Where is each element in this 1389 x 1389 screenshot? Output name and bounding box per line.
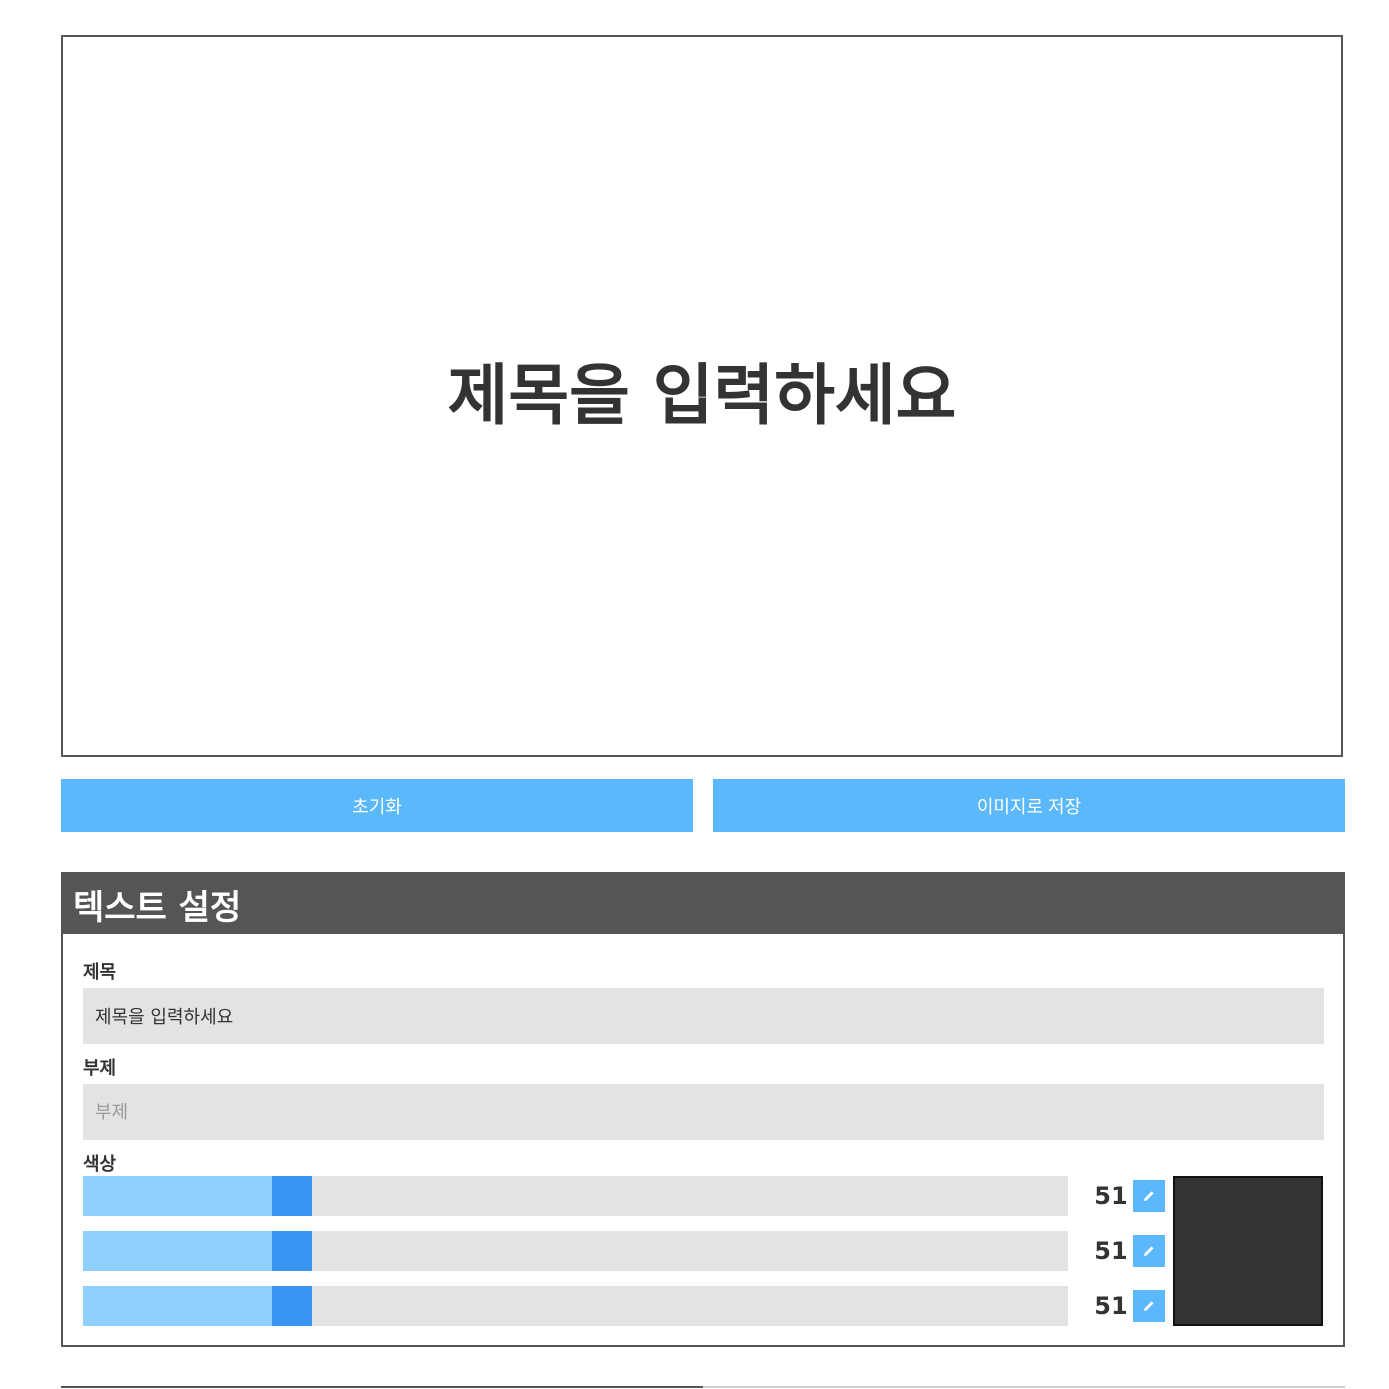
green-slider[interactable] — [83, 1231, 1068, 1271]
subtitle-input[interactable] — [83, 1084, 1324, 1140]
section-divider-active — [61, 1386, 703, 1388]
color-preview-swatch — [1173, 1176, 1323, 1326]
subtitle-label: 부제 — [83, 1058, 117, 1079]
red-value: 51 — [1094, 1182, 1128, 1210]
pencil-icon — [1144, 1246, 1154, 1256]
preview-content: 제목을 입력하세요 — [447, 356, 957, 434]
pencil-icon — [1144, 1191, 1154, 1201]
edit-blue-button[interactable] — [1133, 1290, 1165, 1322]
red-slider-thumb[interactable] — [272, 1176, 312, 1216]
section-divider-inactive — [703, 1386, 1345, 1388]
pencil-icon — [1144, 1301, 1154, 1311]
title-label: 제목 — [83, 962, 117, 983]
red-slider[interactable] — [83, 1176, 1068, 1216]
save-image-button[interactable]: 이미지로 저장 — [713, 779, 1345, 832]
color-label: 색상 — [83, 1154, 117, 1175]
preview-title: 제목을 입력하세요 — [447, 356, 957, 434]
green-value: 51 — [1094, 1237, 1128, 1265]
green-slider-fill — [83, 1231, 273, 1271]
red-slider-fill — [83, 1176, 273, 1216]
preview-canvas: 제목을 입력하세요 — [61, 35, 1343, 757]
text-settings-panel: 텍스트 설정 제목 부제 색상 51 51 51 — [61, 872, 1345, 1347]
panel-header: 텍스트 설정 — [63, 874, 1343, 934]
reset-button[interactable]: 초기화 — [61, 779, 693, 832]
edit-green-button[interactable] — [1133, 1235, 1165, 1267]
edit-red-button[interactable] — [1133, 1180, 1165, 1212]
green-slider-thumb[interactable] — [272, 1231, 312, 1271]
blue-slider[interactable] — [83, 1286, 1068, 1326]
title-input[interactable] — [83, 988, 1324, 1044]
blue-slider-fill — [83, 1286, 273, 1326]
blue-slider-thumb[interactable] — [272, 1286, 312, 1326]
blue-value: 51 — [1094, 1292, 1128, 1320]
